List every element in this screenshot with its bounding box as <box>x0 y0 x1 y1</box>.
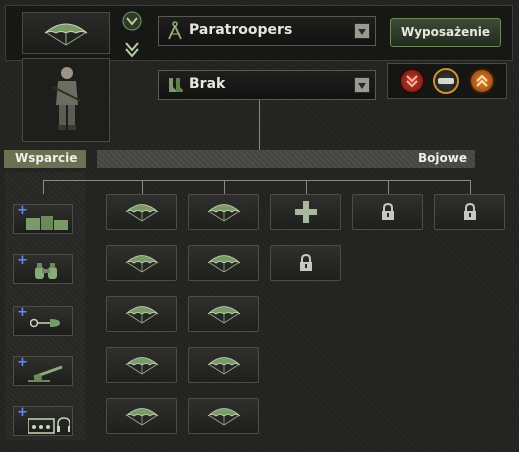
combat-slot-locked <box>352 194 423 230</box>
template-name: Paratroopers <box>189 22 293 38</box>
template-dropdown[interactable]: Paratroopers <box>158 16 376 46</box>
tree-line-col3 <box>306 180 307 194</box>
add-icon <box>294 201 317 223</box>
combat-section-label: Bojowe <box>418 151 467 165</box>
parachute-icon <box>207 357 240 375</box>
combat-slot-locked <box>270 245 341 281</box>
reset-rank-button[interactable] <box>433 68 459 94</box>
tree-line-col2 <box>224 180 225 194</box>
lock-icon <box>463 203 476 220</box>
template-dropdown-arrow[interactable] <box>354 23 370 39</box>
double-chevron-down-icon <box>406 75 418 88</box>
support-slot-engineers[interactable]: + <box>13 204 73 234</box>
minus-icon <box>438 78 454 84</box>
binoculars-recon-icon <box>35 263 57 279</box>
support-slot-artillery[interactable]: + <box>13 356 73 386</box>
combat-slot-paratroopers[interactable] <box>188 194 259 230</box>
soldier-portrait-icon <box>52 67 82 130</box>
commander-portrait[interactable] <box>22 58 110 142</box>
tree-connector <box>259 100 260 150</box>
rank-chevron-icon[interactable] <box>121 40 143 60</box>
military-police-icon <box>30 318 60 328</box>
lock-icon <box>299 254 312 271</box>
parachute-icon <box>207 408 240 426</box>
combat-slot-paratroopers[interactable] <box>106 398 177 434</box>
combat-section-bar: Bojowe <box>97 150 475 168</box>
combat-slot-add[interactable] <box>270 194 341 230</box>
combat-slot-paratroopers[interactable] <box>106 296 177 332</box>
template-chevron-icon[interactable] <box>121 11 143 31</box>
compass-icon <box>168 21 182 40</box>
parachute-icon <box>125 408 158 426</box>
engineer-crates-icon <box>26 216 68 230</box>
division-designer: Paratroopers Wyposażenie Brak Wsparcie B… <box>0 0 519 452</box>
combat-slot-paratroopers[interactable] <box>106 245 177 281</box>
combat-slot-paratroopers[interactable] <box>106 347 177 383</box>
subunit-name: Brak <box>189 76 226 92</box>
support-section-bar: Wsparcie <box>4 150 86 168</box>
tree-line-col4 <box>388 180 389 194</box>
parachute-icon <box>207 306 240 324</box>
support-slot-military-police[interactable]: + <box>13 306 73 336</box>
tree-line-top <box>43 180 471 181</box>
combat-slot-paratroopers[interactable] <box>188 347 259 383</box>
plus-icon: + <box>17 405 28 420</box>
parachute-icon <box>207 255 240 273</box>
combat-slot-paratroopers[interactable] <box>188 398 259 434</box>
parachute-icon <box>125 255 158 273</box>
boots-icon <box>169 78 183 92</box>
artillery-gun-icon <box>28 365 63 382</box>
lock-icon <box>381 203 394 220</box>
combat-slot-paratroopers[interactable] <box>188 296 259 332</box>
radio-signal-icon <box>28 417 70 434</box>
support-slot-recon[interactable]: + <box>13 254 73 284</box>
support-slot-signal[interactable]: + <box>13 406 73 436</box>
tree-line-support <box>43 180 44 194</box>
parachute-icon <box>44 23 88 46</box>
parachute-icon <box>125 204 158 222</box>
combat-slot-paratroopers[interactable] <box>188 245 259 281</box>
subunit-dropdown[interactable]: Brak <box>158 70 376 100</box>
support-section-label: Wsparcie <box>15 151 78 165</box>
division-icon-frame[interactable] <box>22 12 110 54</box>
plus-icon: + <box>17 253 28 268</box>
parachute-icon <box>125 357 158 375</box>
double-chevron-up-icon <box>476 74 488 87</box>
combat-slot-locked <box>434 194 505 230</box>
parachute-icon <box>207 204 240 222</box>
subunit-dropdown-arrow[interactable] <box>354 77 370 93</box>
plus-icon: + <box>17 305 28 320</box>
parachute-icon <box>125 306 158 324</box>
tree-line-col5 <box>470 180 471 194</box>
tree-line-col1 <box>142 180 143 194</box>
combat-slot-paratroopers[interactable] <box>106 194 177 230</box>
demote-button[interactable] <box>399 68 425 94</box>
promote-button[interactable] <box>469 68 495 94</box>
equipment-button[interactable]: Wyposażenie <box>390 18 501 47</box>
